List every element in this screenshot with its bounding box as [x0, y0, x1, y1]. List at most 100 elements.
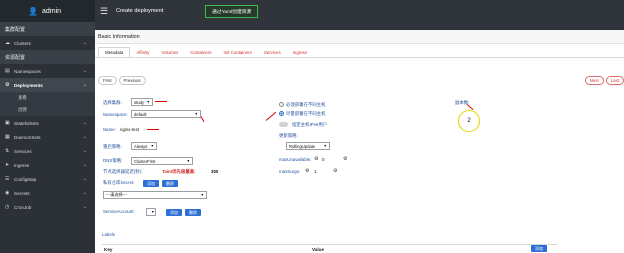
chevron-down-icon: ▼ — [146, 100, 150, 104]
pager-left: First Previous — [98, 76, 146, 85]
sidebar-item-label: Clusters — [14, 40, 31, 46]
stateful-icon: ▣ — [5, 120, 10, 126]
sa-add-button[interactable]: 添加 — [166, 209, 182, 216]
secret-add-button[interactable]: 添加 — [143, 180, 159, 187]
sidebar-item-cronjob[interactable]: ◷ CronJob ⌄ — [0, 200, 95, 214]
serviceaccount-label: ServiceAccount: — [103, 209, 135, 214]
chevron-down-icon: ⌄ — [82, 82, 87, 88]
sidebar-item-clusters[interactable]: ☁ Clusters ⌄ — [0, 36, 95, 50]
menu-icon[interactable]: ☰ — [95, 6, 113, 17]
annotation-arrow — [147, 129, 159, 130]
last-button[interactable]: Last — [605, 76, 624, 85]
pager-right: Next Last — [584, 76, 624, 85]
max-unavailable-value[interactable]: 0 — [322, 157, 324, 162]
sidebar-item-label: Ingress — [14, 162, 30, 168]
restart-policy-value: Always — [134, 143, 148, 149]
service-icon: ⇅ — [5, 148, 10, 154]
page-title: Create deployment — [116, 8, 164, 14]
name-input[interactable]: nginx-test — [120, 127, 139, 132]
radio-prefer-spread[interactable] — [279, 111, 284, 116]
tab-init-containers[interactable]: Init Containers — [218, 47, 258, 57]
sidebar-item-ingress[interactable]: ➤ Ingress ⌄ — [0, 158, 95, 172]
chevron-down-icon: ⌄ — [82, 40, 87, 46]
chevron-down-icon: ▼ — [194, 112, 198, 116]
cluster-select[interactable]: study ▼ — [131, 98, 153, 106]
namespace-select[interactable]: default ▼ — [131, 110, 201, 118]
sidebar-item-services[interactable]: ⇅ Services ⌄ — [0, 144, 95, 158]
ipv6-toggle-label: 指定主机IPv6用户 — [292, 122, 328, 127]
folder-icon: ▤ — [5, 68, 10, 74]
labels-add-button[interactable]: 添加 — [531, 245, 547, 252]
dns-policy-value: ClusterFirst — [134, 158, 156, 164]
namespace-label: Namespace: — [103, 112, 128, 117]
grace-period-value[interactable]: 300 — [211, 169, 218, 174]
config-icon: ☰ — [5, 176, 10, 182]
name-label: Name: — [103, 127, 116, 132]
tab-metadata[interactable]: Metadata — [98, 47, 131, 57]
dns-policy-select[interactable]: ClusterFirst ▼ — [131, 157, 193, 165]
next-button[interactable]: Next — [584, 76, 604, 85]
tab-services[interactable]: Services — [258, 47, 287, 57]
gear-icon[interactable]: ⚙ — [343, 156, 347, 162]
chevron-down-icon: ▼ — [323, 144, 327, 148]
chevron-down-icon: ▼ — [151, 210, 155, 214]
secret-select[interactable]: ---请选择--- ▼ — [103, 191, 207, 199]
radio-prefer-spread-label: 尽量部署在不同主机 — [286, 111, 326, 116]
create-from-yaml-button[interactable]: 通过Yaml创建资源 — [205, 5, 259, 18]
chevron-down-icon: ⌄ — [82, 134, 87, 140]
sidebar-item-statefulsets[interactable]: ▣ StatefulSets ⌄ — [0, 116, 95, 130]
first-button[interactable]: First — [98, 76, 117, 85]
replicas-value: 2 — [467, 118, 471, 124]
brand[interactable]: 👤 admin — [0, 0, 95, 22]
tab-bar: Metadata Affinity Volumes Containers Ini… — [95, 44, 624, 58]
max-surge-value[interactable]: 1 — [314, 169, 316, 174]
restart-policy-label: 重启策略: — [103, 144, 122, 149]
annotation-arrow — [155, 101, 167, 102]
sidebar-item-label: Namespaces — [14, 68, 41, 74]
lock-icon: ◉ — [5, 190, 10, 196]
chevron-down-icon: ⌄ — [82, 190, 87, 196]
panel-heading: Basic Information — [95, 30, 624, 44]
max-unavailable-label: maxUnavailable: — [279, 157, 312, 162]
gear-icon[interactable]: ⚙ — [314, 156, 318, 162]
key-column-header: Key — [104, 246, 113, 252]
ingress-icon: ➤ — [5, 162, 10, 168]
tab-containers[interactable]: Containers — [184, 47, 217, 57]
radio-must-spread[interactable] — [279, 102, 284, 107]
sidebar-item-secrets[interactable]: ◉ Secrets ⌄ — [0, 186, 95, 200]
grace-period-label: 节点选择器延迟(秒): — [103, 169, 143, 174]
gear-icon[interactable]: ⚙ — [305, 168, 309, 174]
update-strategy-value: RollingUpdate — [289, 143, 316, 149]
update-strategy-select[interactable]: RollingUpdate ▼ — [286, 142, 330, 150]
chevron-down-icon: ⌄ — [82, 162, 87, 168]
gear-icon[interactable]: ⚙ — [333, 168, 337, 174]
chevron-down-icon: ▼ — [186, 159, 190, 163]
value-column-header: Value — [312, 246, 325, 252]
sidebar-item-label: CronJob — [14, 204, 32, 210]
sidebar-item-deployments[interactable]: ⚙ Deployments ⌄ — [0, 78, 95, 92]
ipv6-toggle[interactable] — [279, 122, 288, 127]
chevron-down-icon: ⌄ — [82, 204, 87, 210]
sidebar-item-namespaces[interactable]: ▤ Namespaces ⌄ — [0, 64, 95, 78]
tab-ingress[interactable]: Ingress — [287, 47, 313, 57]
tab-volumes[interactable]: Volumes — [155, 47, 184, 57]
sidebar-subitem-create[interactable]: 创建 — [0, 104, 95, 116]
restart-policy-select[interactable]: Always ▼ — [131, 142, 157, 150]
taint-hint: Taint优先级最高: — [162, 169, 196, 174]
secret-delete-button[interactable]: 删除 — [162, 180, 178, 187]
cluster-select-value: study — [134, 99, 145, 105]
previous-button[interactable]: Previous — [118, 76, 146, 85]
sa-delete-button[interactable]: 删除 — [185, 209, 201, 216]
serviceaccount-select[interactable]: ▼ — [146, 208, 156, 216]
sidebar: 👤 admin 集群配置 ☁ Clusters ⌄ 资源配置 ▤ Namespa… — [0, 0, 95, 253]
sidebar-subitem-view[interactable]: 查看 — [0, 92, 95, 104]
clock-icon: ◷ — [5, 204, 10, 210]
chevron-down-icon: ⌄ — [82, 68, 87, 74]
chevron-down-icon: ⌄ — [82, 148, 87, 154]
chevron-down-icon: ▼ — [200, 193, 204, 197]
tab-affinity[interactable]: Affinity — [130, 47, 155, 57]
sidebar-item-configmap[interactable]: ☰ ConfigMap ⌄ — [0, 172, 95, 186]
sidebar-item-daemonsets[interactable]: ▦ DaemonSets ⌄ — [0, 130, 95, 144]
replicas-input[interactable]: 2 — [458, 110, 480, 132]
cloud-icon: ☁ — [5, 40, 10, 46]
